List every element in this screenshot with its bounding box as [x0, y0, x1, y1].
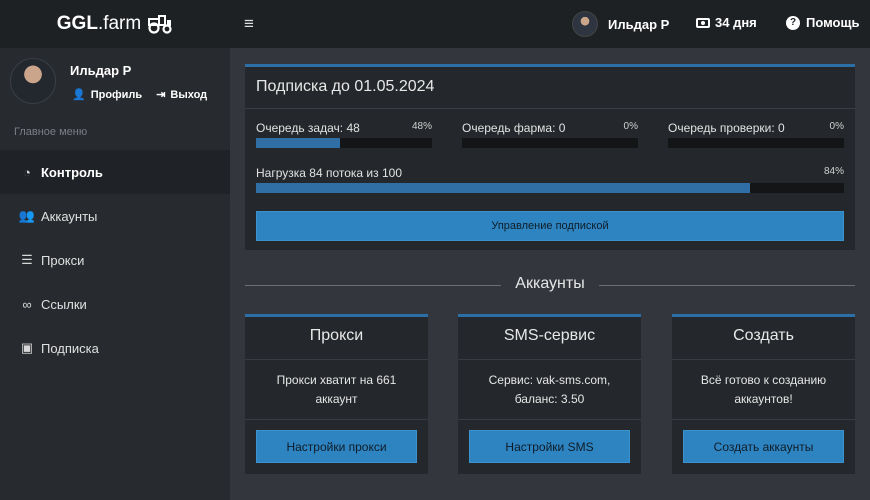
sidebar-item-proxy[interactable]: ☰ Прокси — [0, 238, 230, 282]
divider — [245, 108, 855, 109]
logout-icon: ⇥ — [156, 89, 166, 101]
section-title: Аккаунты — [515, 275, 585, 292]
help-link[interactable]: ? Помощь — [786, 15, 859, 30]
queue-label: Очередь задач: 48 — [256, 121, 360, 135]
progress-bar — [668, 138, 844, 148]
logout-link[interactable]: ⇥ Выход — [156, 88, 207, 102]
logo[interactable]: GGL .farm — [0, 0, 230, 48]
queue-tasks: Очередь задач: 48 48% — [256, 121, 432, 148]
server-icon: ☰ — [21, 252, 33, 267]
avatar — [572, 11, 598, 37]
divider — [245, 359, 428, 360]
sms-card: SMS-сервис Сервис: vak-sms.com, баланс: … — [458, 314, 641, 474]
money-icon: ▣ — [20, 340, 34, 355]
queue-percent: 0% — [829, 121, 844, 132]
menu-toggle-icon[interactable]: ≡ — [244, 14, 258, 34]
tractor-icon — [148, 15, 172, 34]
load-label: Нагрузка 84 потока из 100 — [256, 166, 402, 180]
queue-farm: Очередь фарма: 0 0% — [462, 121, 638, 148]
queue-check: Очередь проверки: 0 0% — [668, 121, 844, 148]
question-icon: ? — [786, 15, 800, 30]
proxy-card: Прокси Прокси хватит на 661 аккаунт Наст… — [245, 314, 428, 474]
days-left-link[interactable]: 34 дня — [696, 15, 757, 30]
card-title: Прокси — [309, 327, 364, 344]
user-icon: 👤 — [72, 89, 86, 101]
sidebar: Ильдар Р 👤 Профиль ⇥ Выход Главное меню … — [0, 48, 230, 500]
divider — [672, 359, 855, 360]
card-body: Всё готово к созданию аккаунтов! — [700, 373, 827, 406]
sms-settings-button[interactable]: Настройки SMS — [469, 430, 630, 463]
days-left-text: 34 дня — [715, 15, 757, 30]
users-icon: 👥 — [18, 208, 36, 223]
divider — [245, 419, 428, 420]
queue-label: Очередь фарма: 0 — [462, 121, 566, 135]
divider — [245, 285, 501, 286]
progress-bar — [256, 138, 432, 148]
profile-link[interactable]: 👤 Профиль — [72, 88, 142, 102]
proxy-settings-button[interactable]: Настройки прокси — [256, 430, 417, 463]
card-title: Создать — [733, 327, 794, 344]
queue-percent: 0% — [623, 121, 638, 132]
profile-avatar — [10, 58, 56, 104]
sidebar-item-subscription[interactable]: ▣ Подписка — [0, 326, 230, 370]
create-accounts-button[interactable]: Создать аккаунты — [683, 430, 844, 463]
main-menu: ◔ Контроль 👥 Аккаунты ☰ Прокси ∞ Ссылки … — [0, 150, 230, 370]
progress-bar — [256, 183, 844, 193]
link-icon: ∞ — [22, 296, 32, 312]
card-body: Сервис: vak-sms.com, баланс: 3.50 — [488, 373, 611, 406]
progress-fill — [256, 183, 750, 193]
divider — [599, 285, 855, 286]
profile-block: Ильдар Р 👤 Профиль ⇥ Выход — [0, 48, 230, 114]
queue-percent: 48% — [411, 121, 432, 132]
money-icon — [696, 17, 710, 28]
menu-title: Главное меню — [14, 126, 88, 138]
queue-label: Очередь проверки: 0 — [668, 121, 785, 135]
header-user-name: Ильдар Р — [608, 16, 670, 32]
card-body: Прокси хватит на 661 аккаунт — [276, 373, 397, 406]
manage-subscription-button[interactable]: Управление подпиской — [256, 211, 844, 241]
subscription-title: Подписка до 01.05.2024 — [256, 78, 435, 95]
divider — [672, 419, 855, 420]
progress-fill — [256, 138, 341, 148]
divider — [458, 419, 641, 420]
load-percent: 84% — [823, 166, 844, 177]
subscription-panel: Подписка до 01.05.2024 Очередь задач: 48… — [245, 64, 855, 250]
top-bar: GGL .farm ≡ Ильдар Р 34 дня ? Помощь — [0, 0, 870, 48]
progress-bar — [462, 138, 638, 148]
help-text: Помощь — [806, 15, 860, 30]
accounts-section-header: Аккаунты — [245, 275, 855, 295]
sidebar-item-accounts[interactable]: 👥 Аккаунты — [0, 194, 230, 238]
sidebar-item-control[interactable]: ◔ Контроль — [0, 150, 230, 194]
card-title: SMS-сервис — [503, 327, 596, 344]
gauge-icon: ◔ — [23, 164, 31, 180]
sidebar-item-links[interactable]: ∞ Ссылки — [0, 282, 230, 326]
header-user[interactable]: Ильдар Р — [572, 11, 669, 37]
create-card: Создать Всё готово к созданию аккаунтов!… — [672, 314, 855, 474]
load-meter: Нагрузка 84 потока из 100 84% — [256, 166, 844, 193]
profile-name: Ильдар Р — [70, 63, 132, 78]
divider — [458, 359, 641, 360]
